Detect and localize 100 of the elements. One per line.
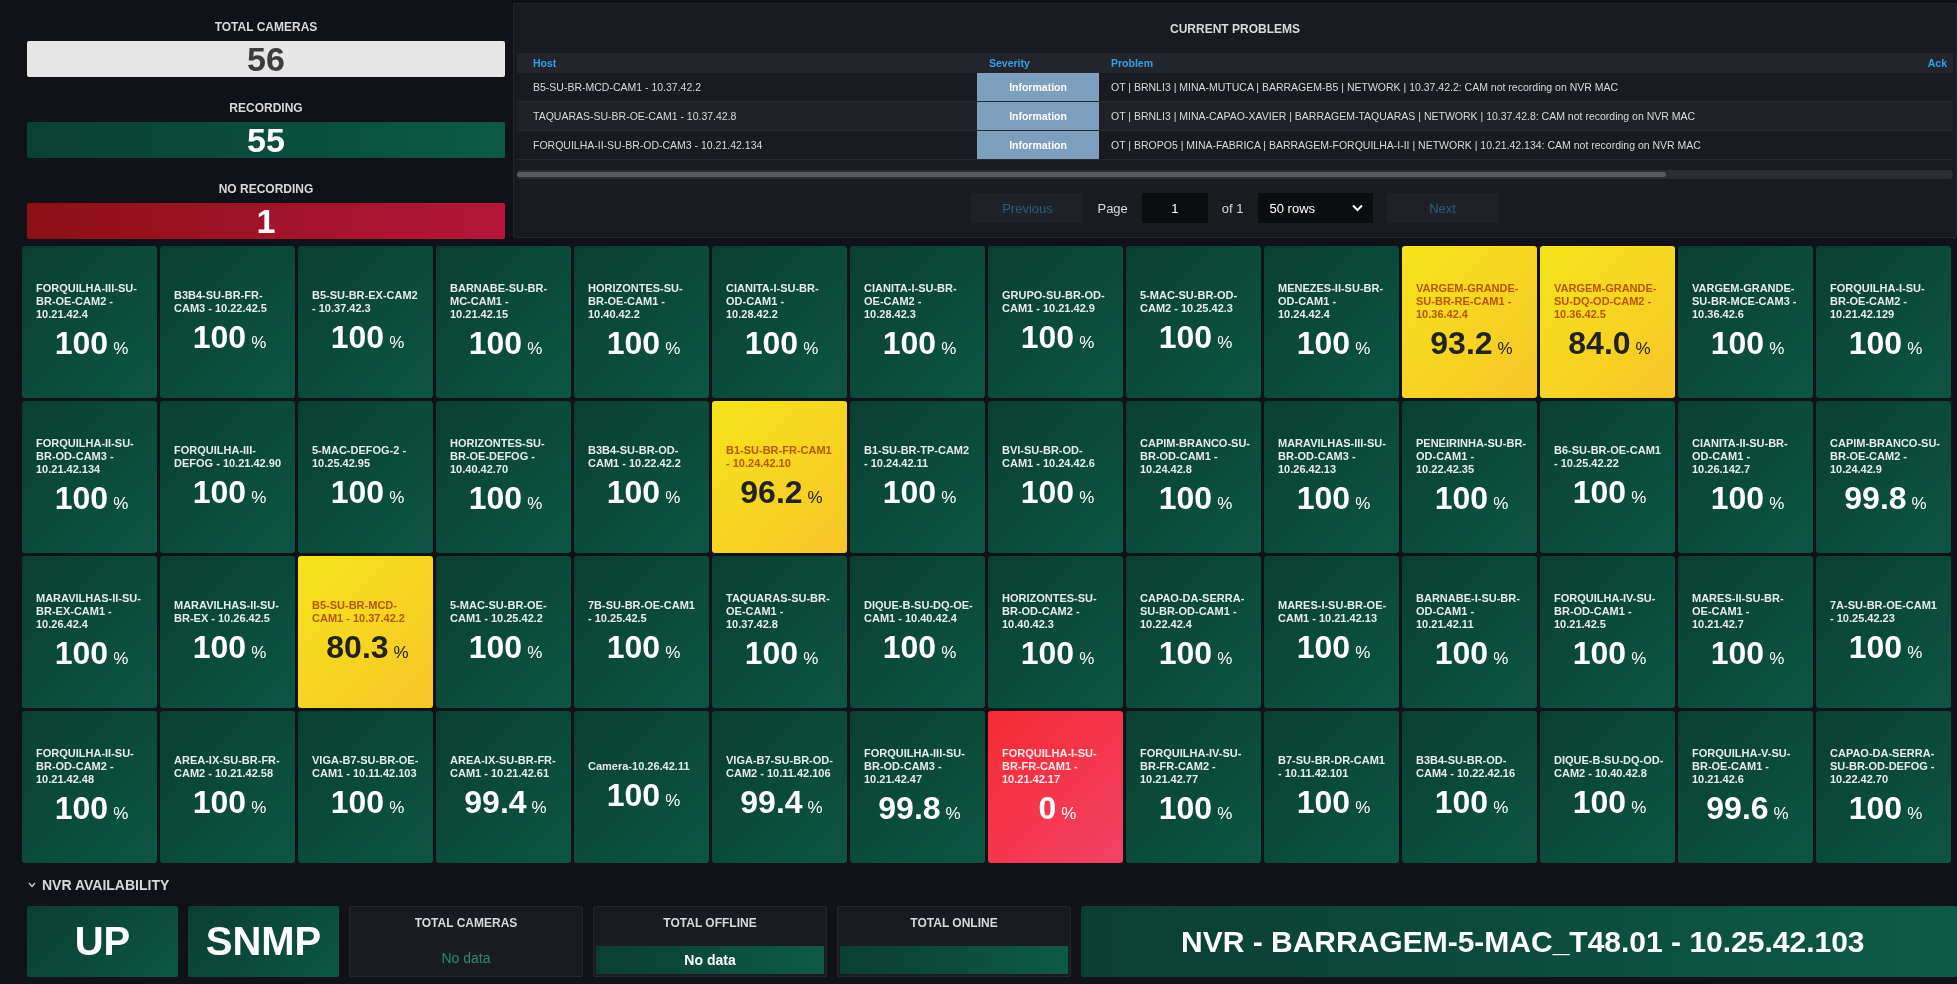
camera-name: MARAVILHAS-II-SU-BR-EX - 10.26.42.5 <box>174 598 280 625</box>
camera-name: FORQUILHA-II-SU-BR-OD-CAM2 - 10.21.42.48 <box>36 747 135 786</box>
stat-label: TOTAL CAMERAS <box>213 20 319 34</box>
unit-label: % <box>113 649 129 669</box>
availability-value: 100 <box>1572 783 1627 821</box>
camera-name: MARES-II-SU-BR-OE-CAM1 - 10.21.42.7 <box>1692 592 1785 631</box>
availability-value: 100 <box>54 790 109 827</box>
camera-name: VARGEM-GRANDE-SU-BR-MCE-CAM3 - 10.36.42.6 <box>1692 282 1798 321</box>
availability-value: 100 <box>192 628 247 666</box>
availability-value: 100 <box>1434 480 1489 517</box>
camera-name: FORQUILHA-IV-SU-BR-OD-CAM1 - 10.21.42.5 <box>1554 592 1657 631</box>
camera-name: FORQUILHA-II-SU-BR-OD-CAM3 - 10.21.42.134 <box>36 437 135 476</box>
camera-name: Camera-10.26.42.11 <box>588 760 691 773</box>
availability-value: 100 <box>1572 473 1627 511</box>
table-cell-text: B5-SU-BR-MCD-CAM1 - 10.37.42.2 <box>532 80 703 95</box>
unit-label: % <box>1355 642 1371 663</box>
nvr-name: NVR - BARRAGEM-5-MAC_T48.01 - 10.25.42.103 <box>1081 906 1957 977</box>
camera-name: FORQUILHA-III-DEFOG - 10.21.42.90 <box>174 443 282 470</box>
column-header[interactable]: Host <box>517 57 977 69</box>
unit-label: % <box>527 339 543 359</box>
unit-label: % <box>113 494 129 514</box>
camera-name: FORQUILHA-IV-SU-BR-FR-CAM2 - 10.21.42.77 <box>1140 747 1243 786</box>
camera-name: GRUPO-SU-BR-OD-CAM1 - 10.21.42.9 <box>1002 288 1106 315</box>
section-header[interactable]: NVR AVAILABILITY <box>28 876 170 894</box>
availability-value: 84.0 <box>1568 325 1631 362</box>
column-header[interactable]: Severity <box>977 57 1099 69</box>
table-cell-text: TAQUARAS-SU-BR-OE-CAM1 - 10.37.42.8 <box>532 109 738 124</box>
availability-value: 100 <box>1710 325 1765 362</box>
availability-value: 99.4 <box>740 783 803 821</box>
availability-value: 100 <box>1434 635 1489 672</box>
camera-name: CIANITA-I-SU-BR-OE-CAM2 - 10.28.42.3 <box>864 282 958 321</box>
unit-label: % <box>1217 332 1233 353</box>
unit-label: % <box>251 642 267 663</box>
unit-label: % <box>1635 339 1651 359</box>
availability-value: 100 <box>1710 480 1765 517</box>
unit-label: % <box>1493 797 1509 818</box>
camera-name: BARNABE-I-SU-BR-OD-CAM1 - 10.21.42.11 <box>1416 592 1521 631</box>
availability-value: 80.3 <box>326 628 389 666</box>
unit-label: % <box>1769 339 1785 359</box>
camera-name: B6-SU-BR-OE-CAM1 - 10.25.42.22 <box>1554 443 1662 470</box>
stat-value: 56 <box>27 41 505 77</box>
table-cell-text: OT | BRNLI3 | MINA-MUTUCA | BARRAGEM-B5 | NETWORK | 10.37.42.2: CAM not recording on NVR MAC <box>1110 80 1620 95</box>
unit-label: % <box>1497 339 1513 359</box>
camera-name: B5-SU-BR-EX-CAM2 - 10.37.42.3 <box>312 288 419 315</box>
camera-name: DIQUE-B-SU-DQ-OE-CAM1 - 10.40.42.4 <box>864 598 974 625</box>
availability-value: 100 <box>1020 473 1075 511</box>
unit-label: % <box>1079 487 1095 508</box>
camera-name: VARGEM-GRANDE-SU-DQ-OD-CAM2 - 10.36.42.5 <box>1554 282 1658 321</box>
unit-label: % <box>1493 494 1509 514</box>
availability-value: 100 <box>1848 325 1903 362</box>
availability-value: 100 <box>1020 635 1075 672</box>
availability-value: 100 <box>54 635 109 672</box>
camera-name: MENEZES-II-SU-BR-OD-CAM1 - 10.24.42.4 <box>1278 282 1385 321</box>
unit-label: % <box>1355 797 1371 818</box>
camera-name: 5-MAC-SU-BR-OD-CAM2 - 10.25.42.3 <box>1140 288 1239 315</box>
availability-value: 0 <box>1038 790 1057 827</box>
availability-value: 100 <box>1158 318 1213 356</box>
column-header[interactable]: Ack <box>1927 57 1953 69</box>
unit-label: % <box>251 332 267 353</box>
stat-label: TOTAL OFFLINE <box>662 915 758 932</box>
availability-value: 100 <box>192 473 247 511</box>
availability-value: 100 <box>468 628 523 666</box>
availability-value: 99.8 <box>1844 480 1907 517</box>
camera-name: CAPAO-DA-SERRA-SU-BR-OD-DEFOG - 10.22.42.70 <box>1830 747 1936 786</box>
page-field[interactable]: 1 <box>1141 193 1208 223</box>
stat-label: TOTAL CAMERAS <box>413 915 519 932</box>
stat-label: TOTAL ONLINE <box>909 915 999 932</box>
camera-name: TAQUARAS-SU-BR-OE-CAM1 - 10.37.42.8 <box>726 592 831 631</box>
availability-value: 100 <box>54 325 109 362</box>
camera-name: 5-MAC-DEFOG-2 - 10.25.42.95 <box>312 443 408 470</box>
unit-label: % <box>1907 642 1923 663</box>
camera-name: FORQUILHA-I-SU-BR-FR-CAM1 - 10.21.42.17 <box>1002 747 1098 786</box>
availability-value: 100 <box>468 480 523 517</box>
page-label: Page <box>1097 200 1128 216</box>
availability-value: 100 <box>606 628 661 666</box>
unit-label: % <box>665 487 681 508</box>
unit-label: % <box>1493 649 1509 669</box>
unit-label: % <box>1217 649 1233 669</box>
rows-dropdown[interactable]: 50 rows <box>1257 193 1373 223</box>
panel-title: CURRENT PROBLEMS <box>1169 21 1301 38</box>
availability-value: 100 <box>1848 628 1903 666</box>
column-header[interactable]: Problem <box>1099 57 1928 69</box>
camera-name: B1-SU-BR-TP-CAM2 - 10.24.42.11 <box>864 443 971 470</box>
availability-value: 100 <box>468 325 523 362</box>
availability-value: 100 <box>1296 783 1351 821</box>
camera-name: FORQUILHA-III-SU-BR-OD-CAM3 - 10.21.42.47 <box>864 747 966 786</box>
availability-value: 96.2 <box>740 473 803 511</box>
camera-name: MARAVILHAS-II-SU-BR-EX-CAM1 - 10.26.42.4 <box>36 592 142 631</box>
availability-value: 100 <box>744 325 799 362</box>
unit-label: % <box>803 339 819 359</box>
availability-value: 100 <box>882 325 937 362</box>
camera-name: B5-SU-BR-MCD-CAM1 - 10.37.42.2 <box>312 598 406 625</box>
unit-label: % <box>1355 339 1371 359</box>
unit-label: % <box>1217 494 1233 514</box>
horizontal-scrollbar[interactable] <box>517 170 1953 179</box>
page-count: of 1 <box>1221 200 1244 216</box>
unit-label: % <box>1769 649 1785 669</box>
unit-label: % <box>1773 804 1789 824</box>
unit-label: % <box>1907 804 1923 824</box>
camera-name: CIANITA-I-SU-BR-OD-CAM1 - 10.28.42.2 <box>726 282 820 321</box>
